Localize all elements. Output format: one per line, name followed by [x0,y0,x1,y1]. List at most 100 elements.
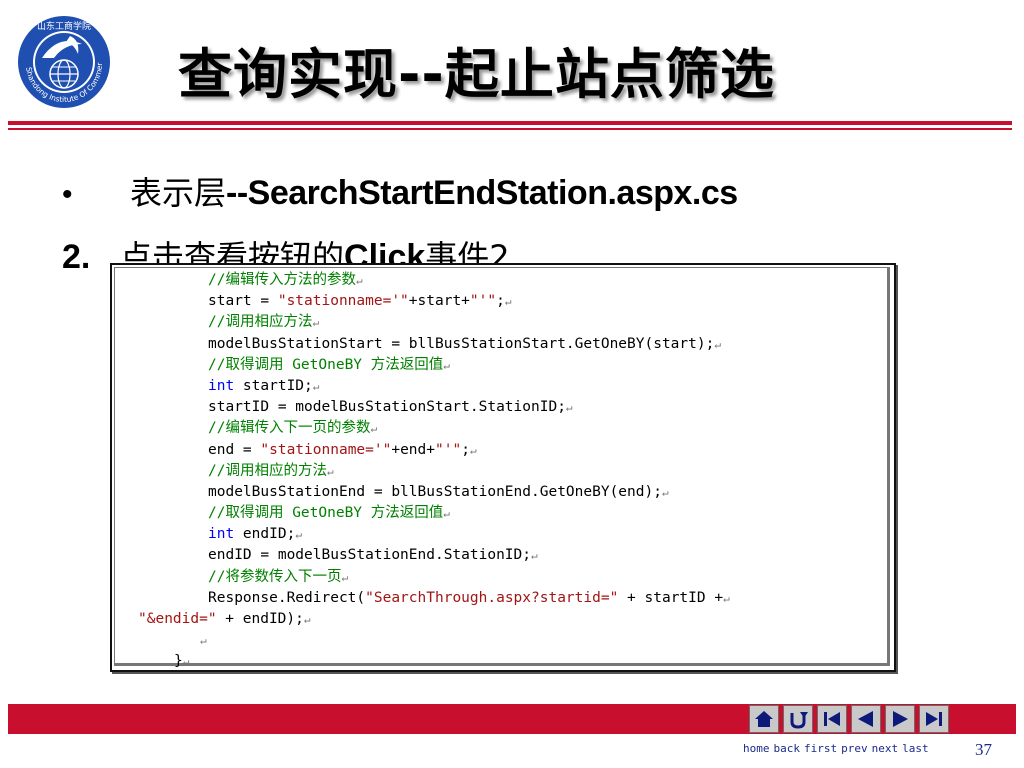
return-mark-icon: ↵ [303,613,311,626]
code-text: ; [496,293,505,310]
title-rule-thick [8,121,1012,125]
back-button[interactable] [783,705,813,733]
code-text: +end+ [391,441,435,458]
code-text: modelBusStationEnd = bllBusStationEnd.Ge… [208,483,662,500]
code-text: +start+ [408,293,470,310]
code-line: startID = modelBusStationStart.StationID… [138,397,730,418]
code-line: //调用相应方法↵ [138,312,730,333]
code-text: } [174,653,183,670]
code-text: startID; [234,377,313,394]
first-button[interactable] [817,705,847,733]
code-text: endID; [234,526,296,543]
return-mark-icon: ↵ [295,528,302,542]
slide-title: 查询实现--起止站点筛选 [178,43,775,106]
nav-label-home[interactable]: home [743,742,770,755]
nav-label-first[interactable]: first [804,742,837,755]
return-mark-icon: ↵ [355,274,363,287]
code-comment: //调用相应的方法 [208,462,327,479]
title-rule-thin [8,128,1012,130]
institute-logo: 山东工商学院 Shandong Institute Of Commerce [12,7,114,110]
return-mark-icon: ↵ [531,549,538,563]
next-page-icon [893,711,908,727]
return-mark-icon: ↵ [443,507,450,521]
code-text: start = [208,293,278,310]
code-comment: //调用相应方法 [208,314,313,331]
next-button[interactable] [885,705,915,733]
code-block: //编辑传入方法的参数↵ start = "stationname='"+star… [138,270,730,673]
return-mark-icon: ↵ [565,401,573,415]
last-button[interactable] [919,705,949,733]
code-line: //编辑传入方法的参数↵ [138,270,730,291]
code-string: "stationname='" [277,293,409,310]
code-text: end = [208,441,261,458]
return-mark-icon: ↵ [504,295,512,309]
return-mark-icon: ↵ [714,337,721,351]
return-mark-icon: ↵ [326,464,334,478]
code-keyword: int [208,526,235,543]
code-comment: //取得调用 GetOneBY 方法返回值 [208,356,444,373]
home-button[interactable] [749,705,779,733]
code-line: //编辑传入下一页的参数↵ [138,418,730,439]
bullet-marker: • [62,178,73,211]
code-line: ↵ [138,630,730,651]
return-mark-icon: ↵ [370,422,378,436]
code-string: "SearchThrough.aspx?startid=" [365,589,619,606]
nav-label-back[interactable]: back [774,742,801,755]
code-text: endID = modelBusStationEnd.StationID; [208,547,532,564]
code-line: end = "stationname='"+end+"'";↵ [138,440,730,461]
return-mark-icon: ↵ [182,655,190,669]
code-line: endID = modelBusStationEnd.StationID;↵ [138,545,730,566]
code-text: ; [461,441,470,458]
code-line: Response.Redirect("SearchThrough.aspx?st… [138,588,730,609]
code-comment: //将参数传入下一页 [208,568,342,585]
code-comment: //取得调用 GetOneBY 方法返回值 [208,505,444,522]
code-line: //取得调用 GetOneBY 方法返回值↵ [138,503,730,524]
code-text: + startID + [618,589,724,606]
bullet-layer-line: • 表示层--SearchStartEndStation.aspx.cs [62,168,738,214]
nav-label-prev[interactable]: prev [841,742,868,755]
nav-labels: home back first prev next last [743,742,933,755]
return-mark-icon: ↵ [312,379,320,393]
code-text: modelBusStationStart = bllBusStationStar… [208,335,715,352]
code-text: Response.Redirect( [208,589,366,606]
code-screenshot: //编辑传入方法的参数↵ start = "stationname='"+star… [110,263,896,672]
nav-label-next[interactable]: next [872,742,899,755]
code-line: modelBusStationEnd = bllBusStationEnd.Ge… [138,482,730,503]
code-string: "&endid=" [138,611,217,627]
code-text: + endID); [216,611,304,627]
code-line: }↵ [138,651,730,672]
return-icon [790,712,808,729]
bullet-layer-cn: 表示层 [130,174,227,212]
code-line: start = "stationname='"+start+"'";↵ [138,291,730,312]
code-line: "&endid=" + endID);↵ [138,609,730,630]
prev-page-icon [858,711,873,727]
return-mark-icon: ↵ [341,570,349,584]
code-comment: //编辑传入方法的参数 [208,272,356,288]
prev-button[interactable] [851,705,881,733]
code-line: //将参数传入下一页↵ [138,567,730,588]
code-string: "stationname='" [260,441,392,458]
return-mark-icon: ↵ [723,591,730,605]
code-line: int endID;↵ [138,524,730,545]
code-keyword: int [208,377,235,394]
bullet-layer-file: --SearchStartEndStation.aspx.cs [226,174,738,212]
nav-label-last[interactable]: last [902,742,929,755]
code-comment: //编辑传入下一页的参数 [208,420,371,437]
return-mark-icon: ↵ [312,316,320,330]
code-line: //调用相应的方法↵ [138,461,730,482]
return-mark-icon: ↵ [443,358,450,372]
code-line: int startID;↵ [138,376,730,397]
return-mark-icon: ↵ [661,485,669,499]
return-mark-icon: ↵ [200,634,207,648]
code-line: //取得调用 GetOneBY 方法返回值↵ [138,355,730,376]
code-line: modelBusStationStart = bllBusStationStar… [138,334,730,355]
return-mark-icon: ↵ [469,443,477,457]
code-string: "'" [435,441,462,458]
nav-buttons [749,705,949,735]
first-page-icon [824,712,840,726]
home-icon [755,711,773,727]
code-text: startID = modelBusStationStart.StationID… [208,399,566,416]
page-number: 37 [975,740,992,759]
logo-top-text: 山东工商学院 [37,20,91,32]
code-string: "'" [469,293,497,310]
